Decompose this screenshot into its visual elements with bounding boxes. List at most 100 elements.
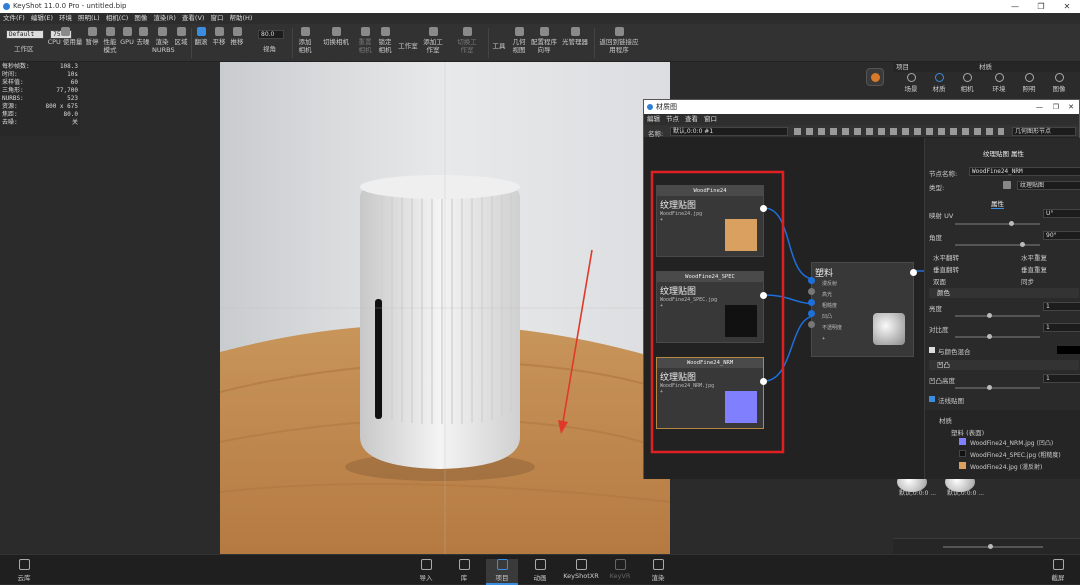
- angle-input[interactable]: 90°: [1043, 231, 1080, 240]
- double-sided-toggle[interactable]: 双面: [933, 276, 946, 286]
- close-button[interactable]: ✕: [1054, 0, 1080, 13]
- output-port[interactable]: [760, 292, 767, 299]
- output-port[interactable]: [760, 378, 767, 385]
- menu-lighting[interactable]: 照明(L): [75, 13, 103, 24]
- tab-camera[interactable]: 相机: [953, 73, 981, 93]
- render-button[interactable]: 渲染: [642, 559, 674, 582]
- minimize-button[interactable]: —: [1002, 0, 1028, 13]
- output-port[interactable]: [760, 205, 767, 212]
- mg-close-button[interactable]: ✕: [1068, 100, 1074, 114]
- return-linked-app-button[interactable]: 返回到链接应用程序: [598, 27, 640, 54]
- keyvr-button[interactable]: KeyVR: [604, 559, 636, 580]
- plastic-material-node[interactable]: 塑料 漫反射 高光 粗糙度 凹凸 不透明度 +: [808, 262, 917, 357]
- node-name-input[interactable]: WoodFine24_NRM: [969, 167, 1080, 176]
- cloud-library-button[interactable]: 云库: [8, 559, 40, 582]
- thumbnail-size-slider[interactable]: [943, 546, 1043, 548]
- flip-vertical-toggle[interactable]: 垂直翻转: [933, 264, 959, 274]
- animation-button[interactable]: 动画: [524, 559, 556, 582]
- denoise-button[interactable]: 去噪: [136, 27, 150, 46]
- add-studio-button[interactable]: 添加工作室: [422, 27, 444, 54]
- menu-help[interactable]: 帮助(H): [226, 13, 255, 24]
- tree-item[interactable]: WoodFine24_NRM.jpg (凹凸): [970, 438, 1053, 447]
- maximize-button[interactable]: ❐: [1028, 0, 1054, 13]
- tab-image[interactable]: 图像: [1045, 73, 1073, 93]
- blend-color-swatch[interactable]: [1057, 346, 1080, 354]
- reset-camera-button[interactable]: 重置相机: [356, 27, 374, 54]
- tab-scene[interactable]: 场景: [897, 73, 925, 93]
- mg-menu-window[interactable]: 窗口: [701, 115, 720, 123]
- menu-environment[interactable]: 环境: [56, 13, 75, 24]
- project-tab[interactable]: 项目: [896, 63, 909, 71]
- tab-attributes[interactable]: 属性: [991, 198, 1004, 209]
- lock-camera-button[interactable]: 锁定相机: [376, 27, 394, 54]
- brightness-slider[interactable]: [955, 315, 1040, 317]
- studio-button[interactable]: 工作室: [397, 42, 419, 50]
- render-nurbs-button[interactable]: 渲染NURBS: [152, 27, 175, 54]
- mapping-knob[interactable]: [1009, 221, 1014, 226]
- input-port[interactable]: [808, 277, 815, 284]
- menu-camera[interactable]: 相机(C): [103, 13, 132, 24]
- render-viewport[interactable]: [220, 62, 670, 554]
- library-button[interactable]: 库: [448, 559, 480, 582]
- menu-edit[interactable]: 编辑(E): [28, 13, 56, 24]
- trash-icon[interactable]: [1003, 181, 1011, 189]
- workspace-button[interactable]: 工作区: [14, 45, 34, 53]
- preset-select[interactable]: Default: [6, 30, 44, 39]
- switch-camera-button[interactable]: 切换相机: [322, 27, 350, 46]
- mg-minimize-button[interactable]: —: [1036, 100, 1043, 114]
- screenshot-button[interactable]: 截屏: [1042, 559, 1074, 582]
- menu-image[interactable]: 图像: [131, 13, 150, 24]
- tree-item[interactable]: WoodFine24.jpg (漫反射): [970, 462, 1042, 471]
- dolly-button[interactable]: 推移: [230, 27, 244, 46]
- tab-material[interactable]: 材质: [925, 73, 953, 93]
- thumbnail-size-knob[interactable]: [988, 544, 993, 549]
- pause-button[interactable]: 暂停: [85, 27, 99, 46]
- tab-lighting[interactable]: 照明: [1015, 73, 1043, 93]
- geometry-node-button[interactable]: 几何图形节点: [1012, 127, 1076, 136]
- output-port[interactable]: [910, 269, 917, 276]
- performance-mode-button[interactable]: 性能模式: [102, 27, 118, 54]
- bump-section-header[interactable]: 凹凸: [929, 360, 1079, 370]
- render-status-button[interactable]: [866, 68, 884, 86]
- contrast-input[interactable]: 1: [1043, 323, 1080, 332]
- geometry-view-button[interactable]: 几何视图: [510, 27, 528, 54]
- menu-render[interactable]: 渲染(R): [150, 13, 179, 24]
- switch-studio-button[interactable]: 切换工作室: [455, 27, 479, 54]
- contrast-slider[interactable]: [955, 336, 1040, 338]
- bump-height-slider[interactable]: [955, 387, 1040, 389]
- sync-toggle[interactable]: 同步: [1021, 276, 1034, 286]
- repeat-vertical-toggle[interactable]: 垂直重复: [1021, 264, 1047, 274]
- blend-color-checkbox[interactable]: [929, 347, 935, 353]
- material-name-input[interactable]: 默认,0:0:0 #1: [670, 127, 788, 136]
- tree-item[interactable]: 材质: [939, 415, 952, 425]
- input-port[interactable]: [808, 310, 815, 317]
- flip-horizontal-toggle[interactable]: 水平翻转: [933, 252, 959, 262]
- texture-node-spec[interactable]: WoodFine24_SPEC 纹理贴图 WoodFine24_SPEC.jpg…: [656, 271, 767, 343]
- menu-window[interactable]: 窗口: [207, 13, 226, 24]
- add-camera-button[interactable]: 添加相机: [296, 27, 314, 54]
- bump-height-input[interactable]: 1: [1043, 374, 1080, 383]
- fov-input[interactable]: 80.0: [258, 30, 284, 39]
- texture-node-diffuse[interactable]: WoodFine24 纹理贴图 WoodFine24.jpg +: [656, 185, 767, 257]
- cpu-usage-button[interactable]: CPU 使用量: [46, 27, 84, 46]
- brightness-knob[interactable]: [987, 313, 992, 318]
- graph-tool-icons[interactable]: [794, 128, 1004, 135]
- angle-knob[interactable]: [1020, 242, 1025, 247]
- gpu-button[interactable]: GPU: [120, 27, 134, 46]
- input-port[interactable]: [808, 321, 815, 328]
- tab-environment[interactable]: 环境: [985, 73, 1013, 93]
- configurator-wizard-button[interactable]: 配置程序向导: [530, 27, 558, 54]
- keyshotxr-button[interactable]: KeyShotXR: [562, 559, 600, 580]
- menu-file[interactable]: 文件(F): [0, 13, 28, 24]
- tree-item[interactable]: 塑料 (表面): [951, 427, 984, 437]
- input-port[interactable]: [808, 288, 815, 295]
- tree-item[interactable]: WoodFine24_SPEC.jpg (粗糙度): [970, 450, 1061, 459]
- mg-menu-edit[interactable]: 編辑: [644, 115, 663, 123]
- angle-slider[interactable]: [955, 244, 1040, 246]
- project-button[interactable]: 项目: [486, 559, 518, 585]
- light-manager-button[interactable]: 光管理器: [560, 27, 590, 46]
- node-canvas[interactable]: WoodFine24 纹理贴图 WoodFine24.jpg + WoodFin…: [644, 138, 924, 479]
- brightness-input[interactable]: 1: [1043, 302, 1080, 311]
- normal-map-checkbox[interactable]: [929, 396, 935, 402]
- mg-menu-view[interactable]: 查看: [682, 115, 701, 123]
